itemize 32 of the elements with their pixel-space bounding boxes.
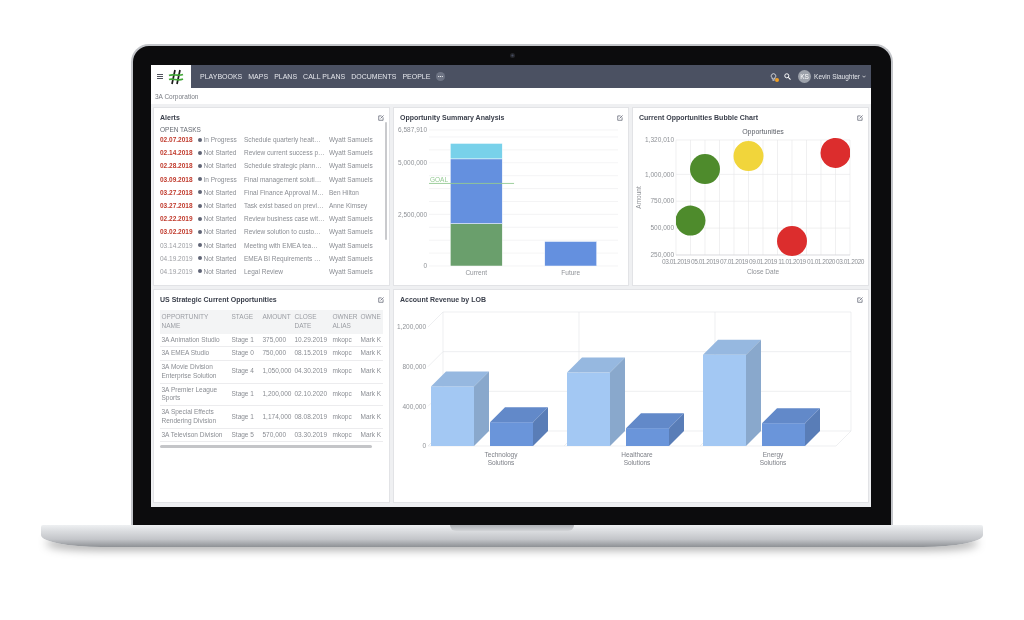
status-dot-icon (198, 243, 202, 248)
caret-icon (862, 75, 866, 78)
more-button[interactable] (436, 72, 446, 81)
edit-icon[interactable] (857, 114, 863, 121)
edit-icon[interactable] (617, 114, 623, 121)
edit-icon[interactable] (378, 296, 384, 303)
edit-icon[interactable] (378, 114, 384, 121)
status-dot-icon (198, 150, 202, 155)
bar-segment (544, 241, 597, 267)
more-icon (438, 75, 444, 78)
status-dot-icon (198, 163, 202, 168)
menu-icon[interactable] (157, 74, 163, 79)
logo-icon[interactable] (168, 68, 184, 85)
status-dot-icon (198, 177, 202, 182)
status-dot-icon (198, 190, 202, 195)
edit-icon[interactable] (857, 296, 863, 303)
scrollbar[interactable] (160, 445, 372, 448)
status-dot-icon (198, 256, 202, 261)
status-dot-icon (198, 269, 202, 274)
scrollbar[interactable] (384, 122, 387, 240)
bar (431, 386, 474, 446)
notification-dot-icon (775, 77, 780, 82)
status-dot-icon (198, 137, 202, 142)
status-dot-icon (198, 216, 202, 221)
lightbulb-icon[interactable] (770, 72, 778, 81)
status-dot-icon (198, 203, 202, 208)
status-dot-icon (198, 229, 202, 234)
search-icon[interactable] (784, 73, 792, 80)
bar (490, 422, 533, 446)
camera-icon (510, 53, 515, 58)
bar (626, 428, 669, 446)
bar (762, 423, 805, 446)
